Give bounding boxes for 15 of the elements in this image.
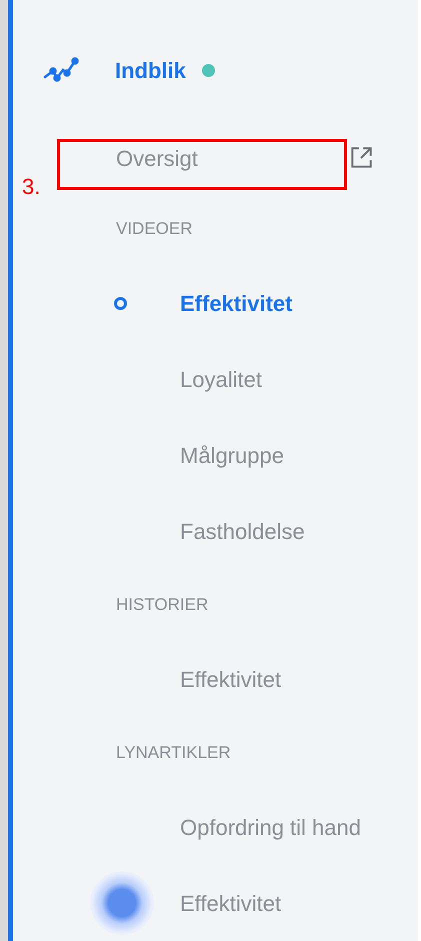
nav-link[interactable]: Effektivitet [90, 662, 282, 696]
step-number: 3. [22, 173, 40, 201]
nav-link[interactable]: Fastholdelse [90, 514, 305, 548]
nav-link[interactable]: Målgruppe [90, 438, 284, 472]
nav-link[interactable]: Loyalitet [90, 362, 262, 396]
line-chart-icon [43, 57, 79, 83]
nav-link[interactable]: Effektivitet [90, 286, 292, 320]
section-heading: HISTORIER [116, 594, 208, 616]
section-heading: VIDEOER [116, 218, 193, 240]
nav-link[interactable]: Opfordring til hand [90, 810, 361, 844]
section-heading: LYNARTIKLER [116, 742, 231, 764]
bullet-icon [114, 296, 127, 310]
section-title: Indblik [115, 56, 186, 84]
overview-link[interactable]: Oversigt [116, 142, 198, 174]
nav-link[interactable]: Effektivitet [90, 871, 282, 935]
